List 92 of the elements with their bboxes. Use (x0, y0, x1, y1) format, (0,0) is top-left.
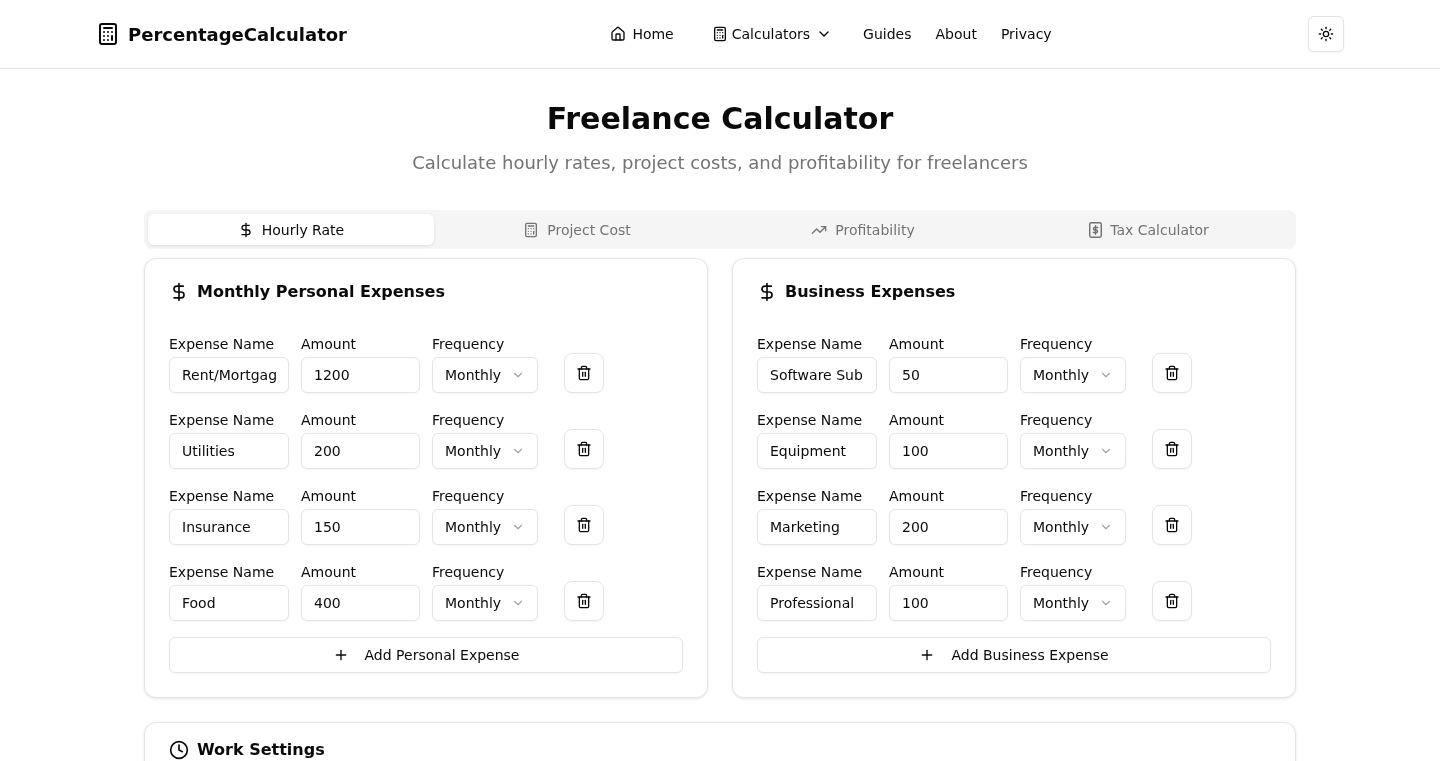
expense-name-input[interactable]: Rent/Mortgag (169, 357, 289, 393)
field-label: Expense Name (169, 563, 276, 582)
nav-link[interactable]: Privacy (1000, 25, 1052, 43)
field-label: Amount (889, 411, 945, 430)
expense-name-input[interactable]: Professional (757, 585, 877, 621)
field-label: Frequency (432, 487, 506, 506)
home-icon (610, 26, 627, 42)
add-expense-button[interactable]: Add Business Expense (757, 637, 1271, 673)
amount-input[interactable]: 50 (889, 357, 1008, 393)
nav-label: Calculators (731, 25, 811, 43)
field-label: Expense Name (757, 335, 864, 354)
field-label: Frequency (1020, 335, 1094, 354)
delete-button[interactable] (1152, 353, 1192, 393)
field-label: Expense Name (169, 487, 276, 506)
amount-input[interactable]: 100 (889, 585, 1008, 621)
delete-button[interactable] (564, 429, 604, 469)
field-label: Frequency (1020, 563, 1094, 582)
field-label: Amount (301, 487, 357, 506)
trash-icon (1164, 365, 1180, 381)
trash-icon (576, 593, 592, 609)
delete-button[interactable] (564, 505, 604, 545)
expense-name-input[interactable]: Equipment (757, 433, 877, 469)
amount-input[interactable]: 1200 (301, 357, 420, 393)
delete-button[interactable] (1152, 429, 1192, 469)
amount-input[interactable]: 100 (889, 433, 1008, 469)
field-label: Amount (301, 563, 357, 582)
page-title: Freelance Calculator (545, 101, 895, 137)
nav-label: Home (632, 25, 674, 43)
frequency-select[interactable]: Monthly (432, 433, 538, 469)
theme-toggle-button[interactable] (1308, 16, 1344, 52)
logo-text: PercentageCalculator (128, 23, 347, 45)
tab[interactable]: Hourly Rate (148, 214, 434, 245)
tab[interactable]: Project Cost (434, 214, 720, 245)
trash-icon (576, 441, 592, 457)
nav-link[interactable]: About (935, 25, 977, 43)
field-label: Expense Name (757, 487, 864, 506)
field-label: Amount (301, 335, 357, 354)
nav-link[interactable]: Guides (863, 25, 912, 43)
amount-input[interactable]: 200 (301, 433, 420, 469)
calculator-icon (711, 26, 728, 42)
page-subtitle: Calculate hourly rates, project costs, and profitability for freelancers (411, 151, 1029, 175)
add-expense-button[interactable]: Add Personal Expense (169, 637, 683, 673)
field-label: Expense Name (169, 335, 276, 354)
amount-input[interactable]: 150 (301, 509, 420, 545)
expense-name-input[interactable]: Food (169, 585, 289, 621)
trash-icon (1164, 441, 1180, 457)
card-title: Business Expenses (785, 282, 956, 302)
calculator-icon (96, 22, 120, 46)
amount-input[interactable]: 400 (301, 585, 420, 621)
sun-icon (1318, 26, 1334, 42)
field-label: Expense Name (757, 411, 864, 430)
expense-name-input[interactable]: Utilities (169, 433, 289, 469)
field-label: Amount (301, 411, 357, 430)
delete-button[interactable] (564, 581, 604, 621)
trash-icon (1164, 593, 1180, 609)
tab[interactable]: Tax Calculator (1006, 214, 1292, 245)
field-label: Amount (889, 487, 945, 506)
expense-name-input[interactable]: Insurance (169, 509, 289, 545)
field-label: Amount (889, 335, 945, 354)
frequency-select[interactable]: Monthly (432, 509, 538, 545)
field-label: Amount (889, 563, 945, 582)
expense-name-input[interactable]: Software Sub (757, 357, 877, 393)
frequency-select[interactable]: Monthly (432, 585, 538, 621)
trash-icon (576, 365, 592, 381)
frequency-select[interactable]: Monthly (1020, 433, 1126, 469)
field-label: Expense Name (169, 411, 276, 430)
tab[interactable]: Profitability (720, 214, 1006, 245)
field-label: Frequency (432, 411, 506, 430)
field-label: Frequency (432, 335, 506, 354)
card-title: Work Settings (197, 740, 325, 760)
logo-link[interactable]: PercentageCalculator (96, 22, 347, 46)
field-label: Expense Name (757, 563, 864, 582)
expense-name-input[interactable]: Marketing (757, 509, 877, 545)
nav-dropdown[interactable]: Calculators (704, 25, 840, 43)
card-title: Monthly Personal Expenses (197, 282, 445, 302)
delete-button[interactable] (1152, 581, 1192, 621)
frequency-select[interactable]: Monthly (1020, 357, 1126, 393)
trash-icon (1164, 517, 1180, 533)
frequency-select[interactable]: Monthly (1020, 509, 1126, 545)
amount-input[interactable]: 200 (889, 509, 1008, 545)
calculator-icon (523, 221, 540, 238)
frequency-select[interactable]: Monthly (1020, 585, 1126, 621)
delete-button[interactable] (564, 353, 604, 393)
clock-icon (169, 740, 189, 760)
delete-button[interactable] (1152, 505, 1192, 545)
nav-link[interactable]: Home (603, 25, 681, 43)
field-label: Frequency (1020, 487, 1094, 506)
dollar-document-icon (1089, 221, 1103, 238)
trash-icon (576, 517, 592, 533)
field-label: Frequency (432, 563, 506, 582)
frequency-select[interactable]: Monthly (432, 357, 538, 393)
field-label: Frequency (1020, 411, 1094, 430)
